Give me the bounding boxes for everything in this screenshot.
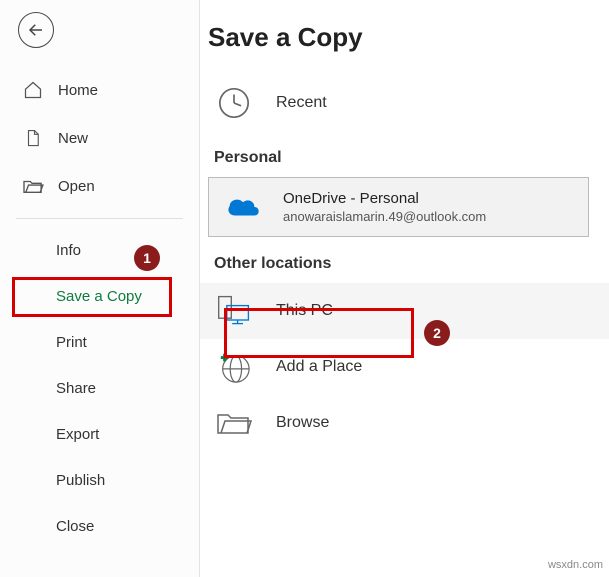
nav-sub-label: Close: [56, 518, 94, 535]
nav-save-a-copy[interactable]: Save a Copy: [0, 273, 199, 319]
nav-share[interactable]: Share: [0, 365, 199, 411]
sidebar: Home New Open Info Save a Copy Print Sha…: [0, 0, 200, 577]
add-place-icon: [214, 347, 254, 387]
onedrive-title: OneDrive - Personal: [283, 190, 486, 207]
nav-export[interactable]: Export: [0, 411, 199, 457]
onedrive-text: OneDrive - Personal anowaraislamarin.49@…: [283, 190, 486, 224]
document-icon: [22, 128, 44, 148]
location-this-pc[interactable]: This PC: [200, 283, 609, 339]
folder-icon: [214, 403, 254, 443]
arrow-left-icon: [27, 21, 45, 39]
nav-label: Open: [58, 178, 95, 195]
nav-sub-label: Print: [56, 334, 87, 351]
annotation-badge-1: 1: [134, 245, 160, 271]
nav-label: Home: [58, 82, 98, 99]
home-icon: [22, 80, 44, 100]
location-recent[interactable]: Recent: [200, 75, 609, 131]
nav-sub-label: Export: [56, 426, 99, 443]
nav-sub-label: Save a Copy: [56, 288, 142, 305]
folder-open-icon: [22, 177, 44, 195]
back-button[interactable]: [18, 12, 54, 48]
annotation-badge-2: 2: [424, 320, 450, 346]
page-title: Save a Copy: [208, 22, 609, 53]
cloud-icon: [223, 192, 263, 222]
nav-label: New: [58, 130, 88, 147]
onedrive-subtitle: anowaraislamarin.49@outlook.com: [283, 209, 486, 224]
location-onedrive[interactable]: OneDrive - Personal anowaraislamarin.49@…: [208, 177, 589, 237]
location-label: Browse: [276, 414, 329, 432]
location-label: Add a Place: [276, 358, 362, 376]
nav-sub-label: Info: [56, 242, 81, 259]
location-browse[interactable]: Browse: [200, 395, 609, 451]
main-panel: Save a Copy Recent Personal OneDrive - P…: [200, 0, 609, 577]
location-add-place[interactable]: Add a Place: [200, 339, 609, 395]
watermark: wsxdn.com: [548, 559, 603, 571]
nav-print[interactable]: Print: [0, 319, 199, 365]
section-other-locations: Other locations: [214, 255, 609, 273]
location-label: Recent: [276, 94, 327, 112]
nav-home[interactable]: Home: [0, 66, 199, 114]
this-pc-icon: [214, 291, 254, 331]
nav-new[interactable]: New: [0, 114, 199, 162]
nav-open[interactable]: Open: [0, 162, 199, 210]
nav-sub-label: Publish: [56, 472, 105, 489]
section-personal: Personal: [214, 149, 609, 167]
location-label: This PC: [276, 302, 333, 320]
nav-sub-label: Share: [56, 380, 96, 397]
nav-info[interactable]: Info: [0, 227, 199, 273]
clock-icon: [214, 83, 254, 123]
nav-close[interactable]: Close: [0, 503, 199, 549]
nav-publish[interactable]: Publish: [0, 457, 199, 503]
divider: [16, 218, 183, 219]
